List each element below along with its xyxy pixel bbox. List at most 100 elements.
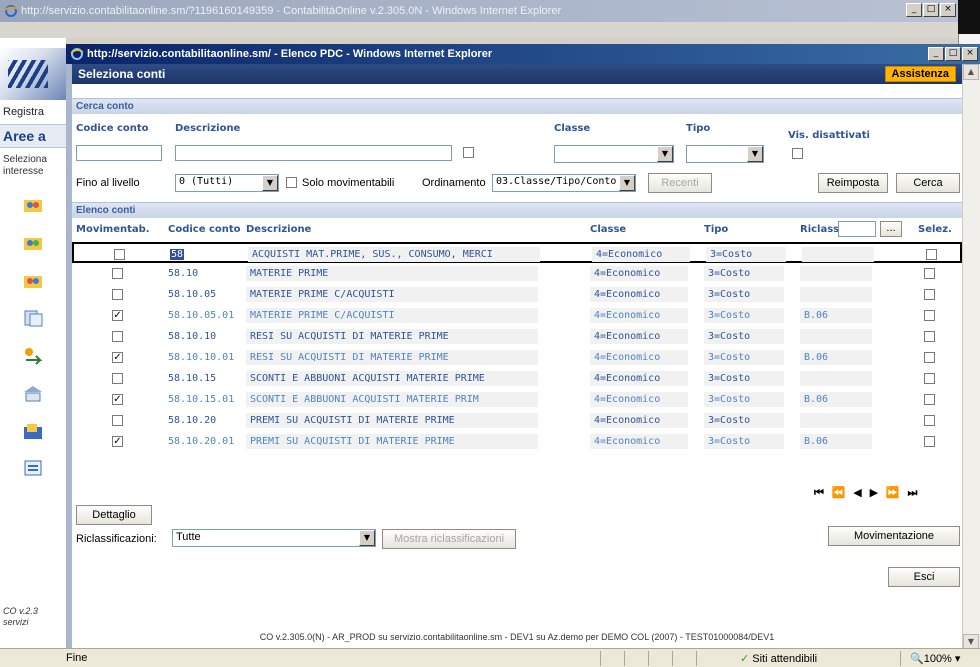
- movimentab-checkbox[interactable]: [112, 331, 123, 342]
- selez-checkbox[interactable]: [924, 415, 935, 426]
- prev-page-icon[interactable]: ◀: [853, 486, 863, 499]
- selez-checkbox[interactable]: [924, 394, 935, 405]
- documents-icon[interactable]: [22, 308, 44, 328]
- descrizione-cell[interactable]: PREMI SU ACQUISTI DI MATERIE PRIME: [246, 413, 538, 428]
- transfer-icon[interactable]: [22, 346, 44, 366]
- people-icon[interactable]: [22, 196, 44, 216]
- descrizione-cell[interactable]: MATERIE PRIME: [246, 266, 538, 281]
- movimentab-checkbox[interactable]: ✓: [112, 310, 123, 321]
- table-row[interactable]: 58.10.15 SCONTI E ABBUONI ACQUISTI MATERI…: [72, 368, 962, 389]
- mostra-riclassificazioni-button[interactable]: Mostra riclassificazioni: [382, 529, 516, 549]
- table-row[interactable]: ✓ 58.10.05.01 MATERIE PRIME C/ACQUISTI 4=Ec…: [72, 305, 962, 326]
- minimize-button[interactable]: _: [928, 47, 944, 61]
- movimentab-checkbox[interactable]: [112, 289, 123, 300]
- next-page-icon[interactable]: ▶: [870, 486, 880, 499]
- descrizione-cell[interactable]: ACQUISTI MAT.PRIME, SUS., CONSUMO, MERCI: [248, 247, 540, 262]
- codice-cell[interactable]: 58: [166, 247, 240, 262]
- close-button[interactable]: ×: [940, 3, 956, 17]
- table-row[interactable]: ✓ 58.10.15.01 SCONTI E ABBUONI ACQUISTI MA…: [72, 389, 962, 410]
- riclassificazioni-select[interactable]: Tutte ▼: [172, 529, 376, 547]
- cerca-button[interactable]: Cerca: [896, 173, 960, 193]
- codice-cell[interactable]: 58.10.15.01: [164, 392, 238, 407]
- fast-forward-icon[interactable]: ⏩: [886, 486, 902, 499]
- descrizione-cell[interactable]: PREMI SU ACQUISTI DI MATERIE PRIME: [246, 434, 538, 449]
- ordinamento-select[interactable]: 03.Classe/Tipo/Conto ▼: [492, 174, 636, 192]
- recenti-button[interactable]: Recenti: [648, 173, 712, 193]
- descrizione-cell[interactable]: MATERIE PRIME C/ACQUISTI: [246, 308, 538, 323]
- movimentab-checkbox[interactable]: ✓: [112, 352, 123, 363]
- descrizione-cell[interactable]: RESI SU ACQUISTI DI MATERIE PRIME: [246, 350, 538, 365]
- first-page-icon[interactable]: ⏮: [814, 486, 826, 499]
- table-row[interactable]: 58 ACQUISTI MAT.PRIME, SUS., CONSUMO, MER…: [72, 242, 962, 263]
- dettaglio-button[interactable]: Dettaglio: [76, 505, 152, 525]
- descrizione-input[interactable]: [175, 145, 452, 161]
- riclass-browse-button[interactable]: ...: [880, 221, 902, 237]
- table-row[interactable]: ✓ 58.10.10.01 RESI SU ACQUISTI DI MATERIE …: [72, 347, 962, 368]
- movimentab-checkbox[interactable]: [114, 249, 125, 260]
- vertical-scrollbar[interactable]: ▲ ▼: [962, 64, 980, 650]
- descrizione-cell[interactable]: RESI SU ACQUISTI DI MATERIE PRIME: [246, 329, 538, 344]
- movimentazione-button[interactable]: Movimentazione: [828, 526, 960, 546]
- esci-button[interactable]: Esci: [888, 567, 960, 587]
- chevron-down-icon[interactable]: ▼: [657, 146, 673, 162]
- descrizione-cell[interactable]: SCONTI E ABBUONI ACQUISTI MATERIE PRIME: [246, 371, 538, 386]
- assistenza-button[interactable]: Assistenza: [884, 66, 956, 82]
- classe-select[interactable]: ▼: [554, 145, 674, 163]
- selez-checkbox[interactable]: [926, 249, 937, 260]
- zoom-level[interactable]: 🔍100% ▾: [910, 652, 960, 665]
- selez-checkbox[interactable]: [924, 436, 935, 447]
- descrizione-cell[interactable]: MATERIE PRIME C/ACQUISTI: [246, 287, 538, 302]
- selez-checkbox[interactable]: [924, 310, 935, 321]
- people-icon[interactable]: [22, 234, 44, 254]
- livello-select[interactable]: 0 (Tutti) ▼: [175, 174, 279, 192]
- reimposta-button[interactable]: Reimposta: [818, 173, 888, 193]
- scroll-up-icon[interactable]: ▲: [963, 64, 979, 80]
- folder-icon[interactable]: [22, 422, 44, 442]
- maximize-button[interactable]: □: [945, 47, 961, 61]
- table-row[interactable]: 58.10.20 PREMI SU ACQUISTI DI MATERIE PRI…: [72, 410, 962, 431]
- people-icon[interactable]: [22, 272, 44, 292]
- solo-movimentabili-checkbox[interactable]: [286, 177, 297, 188]
- selez-checkbox[interactable]: [924, 352, 935, 363]
- riclass-filter-input[interactable]: [838, 221, 876, 237]
- codice-cell[interactable]: 58.10: [164, 266, 238, 281]
- movimentab-checkbox[interactable]: [112, 415, 123, 426]
- movimentab-checkbox[interactable]: ✓: [112, 436, 123, 447]
- maximize-button[interactable]: □: [923, 3, 939, 17]
- movimentab-checkbox[interactable]: [112, 373, 123, 384]
- codice-cell[interactable]: 58.10.10.01: [164, 350, 238, 365]
- table-row[interactable]: 58.10.10 RESI SU ACQUISTI DI MATERIE PRIM…: [72, 326, 962, 347]
- registra-label[interactable]: Registra: [3, 106, 44, 118]
- codice-cell[interactable]: 58.10.20: [164, 413, 238, 428]
- chevron-down-icon[interactable]: ▼: [359, 530, 375, 546]
- vis-disattivati-checkbox[interactable]: [792, 148, 803, 159]
- table-row[interactable]: 58.10.05 MATERIE PRIME C/ACQUISTI 4=Econom…: [72, 284, 962, 305]
- descrizione-checkbox[interactable]: [463, 147, 474, 158]
- movimentab-checkbox[interactable]: ✓: [112, 394, 123, 405]
- tipo-select[interactable]: ▼: [686, 145, 764, 163]
- table-row[interactable]: ✓ 58.10.20.01 PREMI SU ACQUISTI DI MATERIE…: [72, 431, 962, 452]
- chevron-down-icon[interactable]: ▼: [747, 146, 763, 162]
- bank-icon[interactable]: [22, 384, 44, 404]
- codice-conto-input[interactable]: [76, 145, 162, 161]
- fast-back-icon[interactable]: ⏪: [832, 486, 848, 499]
- codice-cell[interactable]: 58.10.10: [164, 329, 238, 344]
- codice-cell[interactable]: 58.10.05: [164, 287, 238, 302]
- descrizione-cell[interactable]: SCONTI E ABBUONI ACQUISTI MATERIE PRIM: [246, 392, 538, 407]
- table-row[interactable]: 58.10 MATERIE PRIME 4=Economico 3=Costo: [72, 263, 962, 284]
- minimize-button[interactable]: _: [906, 3, 922, 17]
- selez-checkbox[interactable]: [924, 331, 935, 342]
- codice-cell[interactable]: 58.10.05.01: [164, 308, 238, 323]
- selez-checkbox[interactable]: [924, 289, 935, 300]
- codice-cell[interactable]: 58.10.20.01: [164, 434, 238, 449]
- close-button[interactable]: ×: [962, 47, 978, 61]
- chevron-down-icon[interactable]: ▼: [619, 175, 635, 191]
- security-zone[interactable]: ✓ Siti attendibili: [740, 652, 817, 665]
- selez-checkbox[interactable]: [924, 373, 935, 384]
- selez-checkbox[interactable]: [924, 268, 935, 279]
- movimentab-checkbox[interactable]: [112, 268, 123, 279]
- report-icon[interactable]: [22, 458, 44, 478]
- codice-cell[interactable]: 58.10.15: [164, 371, 238, 386]
- chevron-down-icon[interactable]: ▼: [262, 175, 278, 191]
- last-page-icon[interactable]: ⏭: [907, 486, 919, 499]
